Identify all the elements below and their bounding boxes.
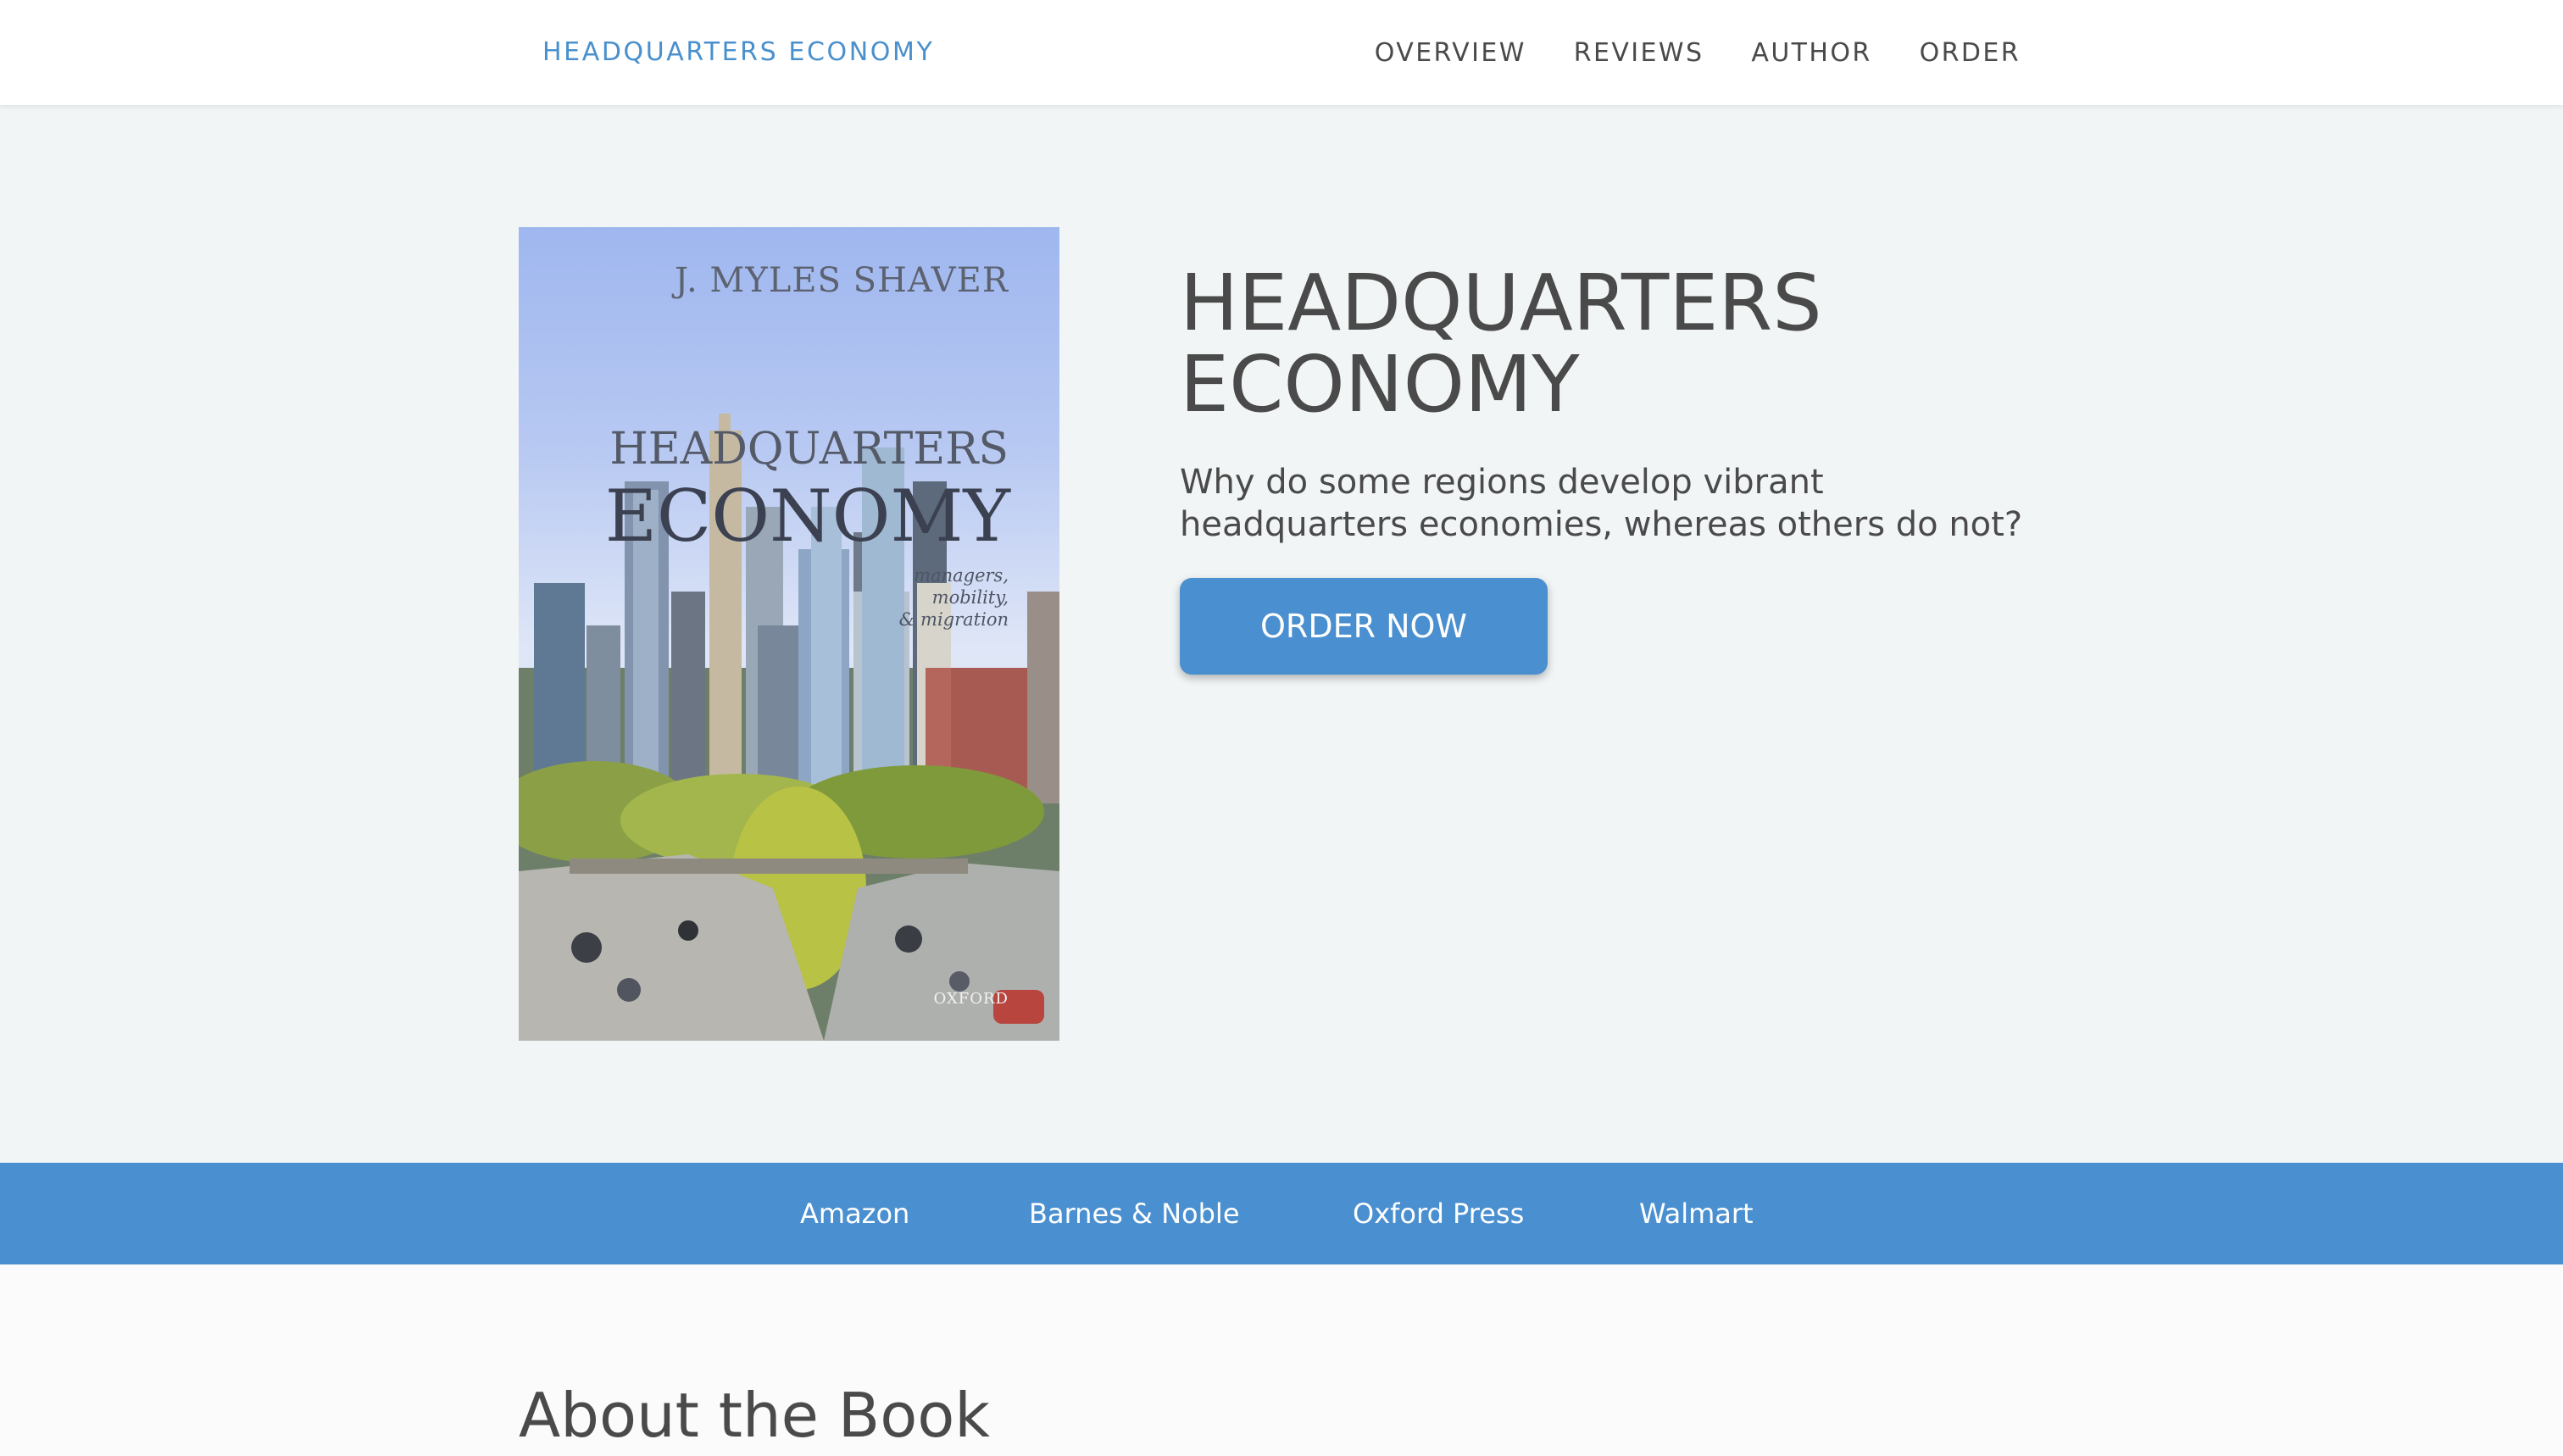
cover-subtitle-line: & migration (898, 609, 1009, 630)
retailer-link-amazon[interactable]: Amazon (800, 1163, 909, 1264)
nav-menu: OVERVIEW REVIEWS AUTHOR ORDER (1375, 0, 2021, 105)
hero-section: J. MYLES SHAVER HEADQUARTERS ECONOMY man… (0, 105, 2563, 1163)
about-heading: About the Book (519, 1380, 990, 1451)
retailer-bar: Amazon Barnes & Noble Oxford Press Walma… (0, 1163, 2563, 1264)
navbar: HEADQUARTERS ECONOMY OVERVIEW REVIEWS AU… (0, 0, 2563, 105)
retailer-link-barnes-noble[interactable]: Barnes & Noble (1029, 1163, 1240, 1264)
brand-link[interactable]: HEADQUARTERS ECONOMY (542, 0, 934, 105)
retailer-link-walmart[interactable]: Walmart (1639, 1163, 1754, 1264)
cover-publisher: OXFORD (933, 990, 1009, 1008)
retailer-link-oxford-press[interactable]: Oxford Press (1353, 1163, 1524, 1264)
cover-title-line1: HEADQUARTERS (609, 424, 1009, 475)
hero-subtitle: Why do some regions develop vibrant head… (1180, 463, 2023, 544)
book-cover-image: J. MYLES SHAVER HEADQUARTERS ECONOMY man… (519, 227, 1059, 1041)
nav-link-reviews[interactable]: REVIEWS (1574, 38, 1704, 68)
cover-subtitle-line: mobility, (931, 587, 1009, 608)
cover-author: J. MYLES SHAVER (675, 261, 1009, 300)
cover-title-line2: ECONOMY (604, 475, 1010, 558)
cover-subtitle-line: managers, (914, 565, 1009, 586)
order-now-button[interactable]: ORDER NOW (1180, 578, 1548, 675)
book-cover-skyline-graphic (519, 414, 1059, 1041)
nav-link-overview[interactable]: OVERVIEW (1375, 38, 1526, 68)
nav-link-order[interactable]: ORDER (1920, 38, 2021, 68)
hero-title: HEADQUARTERS ECONOMY (1180, 258, 1822, 430)
nav-link-author[interactable]: AUTHOR (1751, 38, 1871, 68)
cover-subtitle: managers, mobility, & migration (839, 564, 1009, 631)
